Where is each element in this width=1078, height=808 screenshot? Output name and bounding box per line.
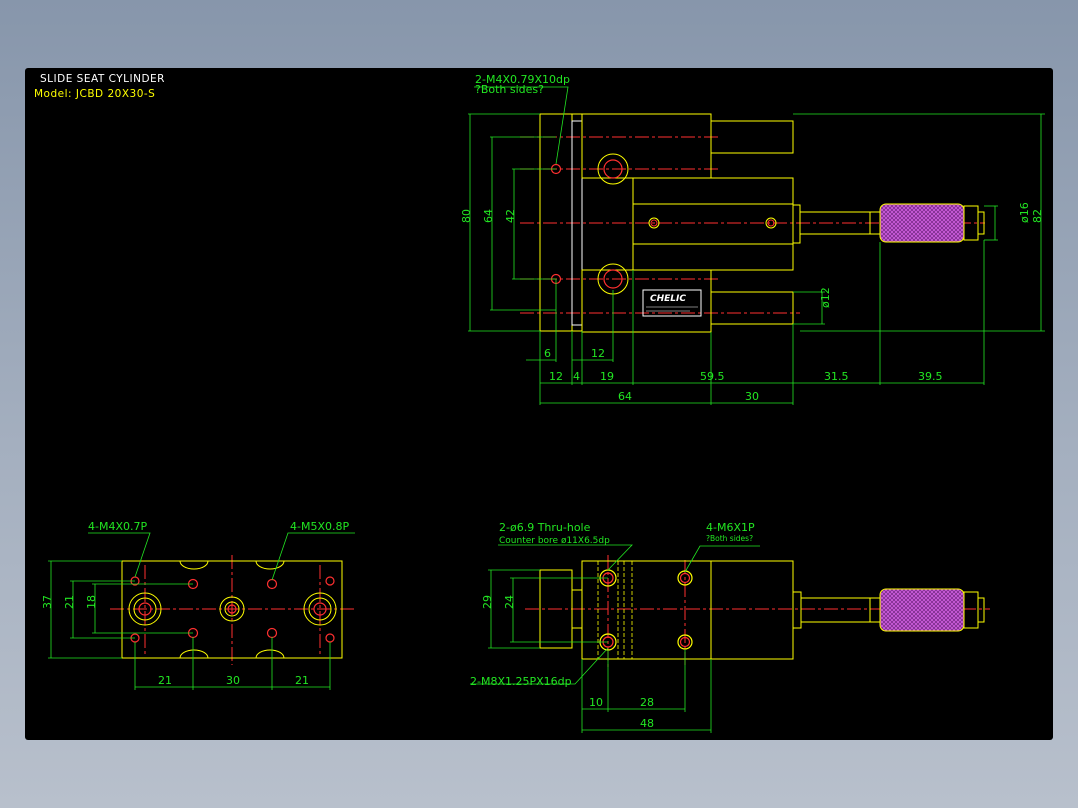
dim-80: 80: [460, 209, 473, 223]
dim-21b: 21: [295, 674, 309, 687]
dim-31-5: 31.5: [824, 370, 849, 383]
dim-82: 82: [1031, 209, 1044, 223]
dim-29: 29: [481, 595, 494, 609]
drawing-title: SLIDE SEAT CYLINDER: [40, 73, 165, 85]
dim-19: 19: [600, 370, 614, 383]
nameplate: CHELIC: [642, 289, 702, 317]
dim-30e: 30: [226, 674, 240, 687]
rod-end-knurl-bottom: [869, 588, 985, 632]
drawing-model: Model: JCBD 20X30-S: [34, 88, 155, 100]
dim-28: 28: [640, 696, 654, 709]
callout-m5: 4-M5X0.8P: [290, 520, 349, 533]
callout-top: 2-M4X0.79X10dp ?Both sides?: [474, 73, 570, 165]
callout-thru-hole: 2-ø6.9 Thru-hole: [499, 521, 591, 534]
dim-59-5: 59.5: [700, 370, 725, 383]
cad-drawing: SLIDE SEAT CYLINDER Model: JCBD 20X30-S: [34, 73, 1045, 733]
bottom-view: 29 24 10 28 48 2-ø6.9 Thru-hole Counter …: [470, 521, 990, 733]
dim-18: 18: [85, 595, 98, 609]
dim-64b: 64: [618, 390, 632, 403]
mount-hole-icon: [550, 153, 777, 295]
dim-10: 10: [589, 696, 603, 709]
dim-4: 4: [573, 370, 580, 383]
dim-42: 42: [504, 209, 517, 223]
callout-m8: 2-M8X1.25PX16dp: [470, 675, 572, 688]
dim-12b: 12: [549, 370, 563, 383]
dim-24: 24: [503, 595, 516, 609]
callout-m6: 4-M6X1P: [706, 521, 755, 534]
dim-37: 37: [41, 595, 54, 609]
dim-d16: ø16: [1018, 202, 1031, 223]
dim-30: 30: [745, 390, 759, 403]
counterbore-hole-icon: [599, 569, 693, 651]
dim-21a: 21: [158, 674, 172, 687]
callout-m4: 4-M4X0.7P: [88, 520, 147, 533]
dim-6: 6: [544, 347, 551, 360]
dim-48: 48: [640, 717, 654, 730]
dim-12a: 12: [591, 347, 605, 360]
end-view: 37 21 18 21 30 21 4-M4X0.7P 4-M5X0.8P: [41, 520, 355, 690]
dim-d12: ø12: [819, 287, 832, 308]
dim-21v: 21: [63, 595, 76, 609]
callout-both-sides: ?Both sides?: [706, 534, 753, 543]
top-view: CHELIC 80 64 42 82 ø16 ø12 6 12 12 4 19 …: [460, 73, 1045, 405]
callout-counterbore: Counter bore ø11X6.5dp: [499, 536, 610, 546]
dim-64: 64: [482, 209, 495, 223]
dim-39-5: 39.5: [918, 370, 943, 383]
brand-logo: CHELIC: [650, 294, 686, 304]
svg-text:?Both sides?: ?Both sides?: [475, 83, 544, 96]
